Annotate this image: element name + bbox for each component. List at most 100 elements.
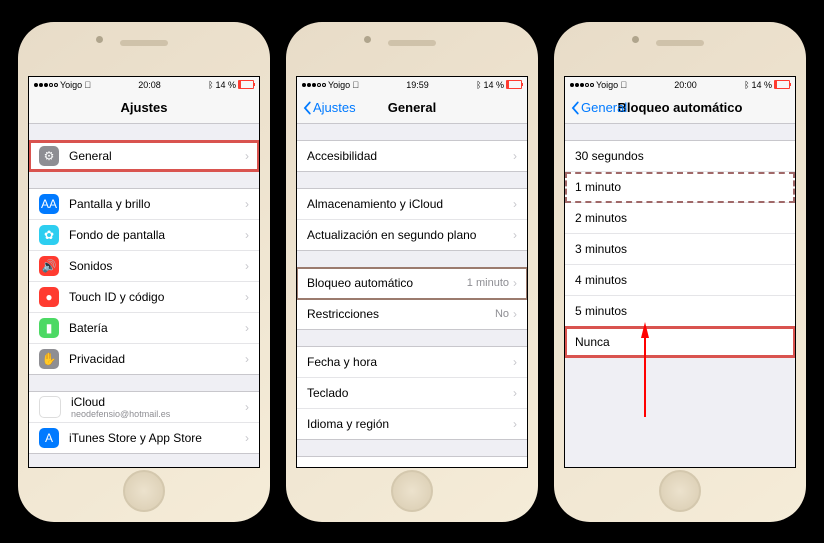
clock: 20:08 (138, 80, 161, 90)
row-label: Restricciones (307, 307, 495, 321)
back-button[interactable]: Ajustes (297, 100, 356, 115)
row-pantalla-y-brillo[interactable]: AAPantalla y brillo› (29, 189, 259, 220)
bluetooth-icon: ᛒ (476, 80, 481, 90)
batt-icon: ▮ (39, 318, 59, 338)
row-fondo-de-pantalla[interactable]: ✿ Fondo de pantalla› (29, 220, 259, 251)
gear-icon: ⚙ (39, 146, 59, 166)
battery-pct: 14 % (483, 80, 504, 90)
option-label: Nunca (575, 335, 785, 349)
row-label: Fecha y hora (307, 355, 513, 369)
row-general[interactable]: ⚙ General› (29, 141, 259, 171)
back-button[interactable]: General (565, 100, 627, 115)
chevron-right-icon: › (245, 352, 249, 366)
wifi-icon: 􀙇 (620, 80, 627, 90)
row-restricciones[interactable]: RestriccionesNo › (297, 299, 527, 329)
option-label: 4 minutos (575, 273, 785, 287)
row-accesibilidad[interactable]: Accesibilidad› (297, 141, 527, 171)
hand-icon: ✋ (39, 349, 59, 369)
row-label: Pantalla y brillo (69, 197, 245, 211)
chevron-right-icon: › (245, 321, 249, 335)
clock: 20:00 (674, 80, 697, 90)
row-label: Idioma y región (307, 417, 513, 431)
A-icon: A (39, 428, 59, 448)
speaker-icon: 🔊 (39, 256, 59, 276)
chevron-right-icon: › (245, 228, 249, 242)
option--minutos[interactable]: 3 minutos (565, 234, 795, 265)
chevron-right-icon: › (245, 197, 249, 211)
row-bloqueo-autom-tico[interactable]: Bloqueo automático1 minuto › (297, 268, 527, 299)
battery-pct: 14 % (215, 80, 236, 90)
phone-general: Yoigo􀙇 19:59 ᛒ14 % Ajustes General Acces… (286, 22, 538, 522)
chevron-right-icon: › (513, 386, 517, 400)
battery-icon (238, 80, 254, 89)
chevron-right-icon: › (513, 276, 517, 290)
row-itunes-store-y-app-store[interactable]: AiTunes Store y App Store› (29, 423, 259, 453)
option--segundos[interactable]: 30 segundos (565, 141, 795, 172)
screen-general: Yoigo􀙇 19:59 ᛒ14 % Ajustes General Acces… (296, 76, 528, 468)
row-label: Sonidos (69, 259, 245, 273)
row-label: Almacenamiento y iCloud (307, 197, 513, 211)
chevron-right-icon: › (245, 149, 249, 163)
chevron-right-icon: › (513, 417, 517, 431)
row-label: Sincronizar con iTunes vía Wi-Fi (307, 465, 513, 467)
cloud-icon: ☁ (39, 396, 61, 418)
settings-list[interactable]: ⚙General› AAPantalla y brillo›✿Fondo de … (29, 124, 259, 467)
bluetooth-icon: ᛒ (208, 80, 213, 90)
row-sincronizar-con-itunes-v-a-wi-fi[interactable]: Sincronizar con iTunes vía Wi-Fi› (297, 457, 527, 467)
row-sonidos[interactable]: 🔊Sonidos› (29, 251, 259, 282)
autolock-list[interactable]: 30 segundos 1 minuto 2 minutos 3 minutos 4 m… (565, 124, 795, 467)
row-label: Fondo de pantalla (69, 228, 245, 242)
row-icloud[interactable]: ☁iCloudneodefensio@hotmail.es› (29, 392, 259, 423)
home-button[interactable] (391, 470, 433, 512)
row-label: Privacidad (69, 352, 245, 366)
option-label: 1 minuto (575, 180, 785, 194)
option--minutos[interactable]: 4 minutos (565, 265, 795, 296)
option--minutos[interactable]: 5 minutos (565, 296, 795, 327)
option-label: 30 segundos (575, 149, 785, 163)
carrier-label: Yoigo (328, 80, 350, 90)
option--minuto[interactable]: 1 minuto (565, 172, 795, 203)
battery-pct: 14 % (751, 80, 772, 90)
screen-ajustes: Yoigo􀙇 20:08 ᛒ14 % Ajustes ⚙General› AAP… (28, 76, 260, 468)
row-actualizaci-n-en-segundo-plano[interactable]: Actualización en segundo plano› (297, 220, 527, 250)
row-privacidad[interactable]: ✋ Privacidad› (29, 344, 259, 374)
row-label: General (69, 149, 245, 163)
battery-icon (506, 80, 522, 89)
home-button[interactable] (123, 470, 165, 512)
carrier-label: Yoigo (60, 80, 82, 90)
row-almacenamiento-y-icloud[interactable]: Almacenamiento y iCloud› (297, 189, 527, 220)
row-value: No (495, 308, 509, 320)
row-value: 1 minuto (467, 277, 509, 289)
back-label: Ajustes (313, 100, 356, 115)
option-nunca[interactable]: Nunca (565, 327, 795, 357)
screen-autolock: Yoigo􀙇 20:00 ᛒ14 % General Bloqueo autom… (564, 76, 796, 468)
row-idioma-y-regi-n[interactable]: Idioma y región› (297, 409, 527, 439)
row-label: Actualización en segundo plano (307, 228, 513, 242)
general-list[interactable]: Accesibilidad› Almacenamiento y iCloud›A… (297, 124, 527, 467)
row-bater-a[interactable]: ▮Batería› (29, 313, 259, 344)
clock: 19:59 (406, 80, 429, 90)
status-bar: Yoigo􀙇 20:08 ᛒ14 % (29, 77, 259, 93)
chevron-right-icon: › (245, 290, 249, 304)
row-label: Accesibilidad (307, 149, 513, 163)
option-label: 3 minutos (575, 242, 785, 256)
chevron-right-icon: › (513, 465, 517, 467)
option--minutos[interactable]: 2 minutos (565, 203, 795, 234)
carrier-label: Yoigo (596, 80, 618, 90)
chevron-right-icon: › (245, 400, 249, 414)
row-teclado[interactable]: Teclado› (297, 378, 527, 409)
chevron-right-icon: › (513, 307, 517, 321)
chevron-right-icon: › (513, 149, 517, 163)
chevron-right-icon: › (513, 197, 517, 211)
nav-title: Ajustes (29, 100, 259, 115)
row-touch-id-y-c-digo[interactable]: ●Touch ID y código› (29, 282, 259, 313)
option-label: 5 minutos (575, 304, 785, 318)
wifi-icon: 􀙇 (352, 80, 359, 90)
row-label: Bloqueo automático (307, 276, 467, 290)
back-label: General (581, 100, 627, 115)
row-fecha-y-hora[interactable]: Fecha y hora› (297, 347, 527, 378)
flower-icon: ✿ (39, 225, 59, 245)
nav-bar: Ajustes (29, 93, 259, 124)
home-button[interactable] (659, 470, 701, 512)
chevron-right-icon: › (245, 431, 249, 445)
